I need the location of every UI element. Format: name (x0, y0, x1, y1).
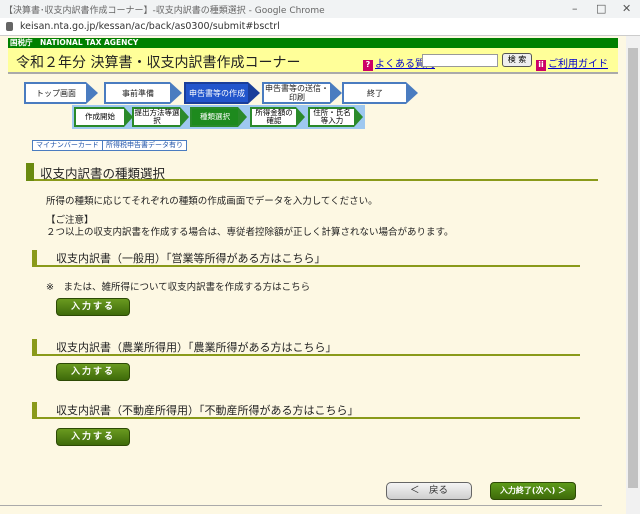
section-heading: 収支内訳書の種類選択 (26, 163, 598, 181)
close-button[interactable]: ✕ (622, 2, 631, 15)
return-data-badge: 所得税申告書データ有り (102, 140, 187, 151)
guide-label: ご利用ガイド (548, 59, 608, 70)
window-title: 【決算書･収支内訳書作成コーナー】-収支内訳書の種類選択 - Google Ch… (4, 5, 325, 16)
scrollbar[interactable] (626, 36, 640, 514)
next-button[interactable]: 入力終了(次へ) ＞ (490, 482, 576, 500)
general-heading: 収支内訳書（一般用）「営業等所得がある方はこちら」 (32, 250, 580, 267)
guide-icon: ii (536, 60, 546, 71)
page: 国税庁 NATIONAL TAX AGENCY 令和２年分 決算書・収支内訳書作… (0, 36, 626, 514)
search-input[interactable] (422, 54, 498, 67)
agri-input-button[interactable]: 入力する (56, 363, 130, 381)
divider (0, 505, 602, 506)
agency-banner: 国税庁 NATIONAL TAX AGENCY (8, 38, 618, 48)
realestate-input-button[interactable]: 入力する (56, 428, 130, 446)
window-title-bar: 【決算書･収支内訳書作成コーナー】-収支内訳書の種類選択 - Google Ch… (0, 0, 640, 18)
agri-heading: 収支内訳書（農業所得用）「農業所得がある方はこちら」 (32, 339, 580, 356)
scrollbar-thumb[interactable] (628, 48, 638, 488)
step-create: 申告書等の作成 (184, 82, 260, 104)
back-button[interactable]: ＜ 戻る (386, 482, 472, 500)
maximize-button[interactable]: □ (596, 2, 606, 15)
note-text: ２つ以上の収支内訳書を作成する場合は、専従者控除額が正しく計算されない場合があり… (46, 227, 454, 238)
step-send: 申告書等の送信・印刷 (262, 82, 342, 104)
mynumber-badge: マイナンバーカード (32, 140, 103, 151)
lock-icon (6, 22, 13, 31)
search-button[interactable]: 検 索 (502, 53, 532, 67)
general-input-button[interactable]: 入力する (56, 298, 130, 316)
misc-note: ※ または、雑所得について収支内訳書を作成する方はこちら (46, 282, 311, 293)
address-bar[interactable]: keisan.nta.go.jp/kessan/ac/back/as0300/s… (0, 18, 640, 36)
substep-income: 所得金額の確認 (250, 107, 305, 127)
step-top: トップ画面 (24, 82, 98, 104)
step-end: 終了 (342, 82, 418, 104)
step-prep: 事前準備 (104, 82, 182, 104)
header: 令和２年分 決算書・収支内訳書作成コーナー ? よくある質問 検 索 ii ご利用ガ… (8, 48, 618, 74)
url[interactable]: keisan.nta.go.jp/kessan/ac/back/as0300/s… (20, 21, 280, 32)
intro-text: 所得の種類に応じてそれぞれの種類の作成画面でデータを入力してください。 (46, 196, 378, 207)
substep-type: 種類選択 (190, 107, 247, 127)
substep-start: 作成開始 (74, 107, 133, 127)
page-title: 令和２年分 決算書・収支内訳書作成コーナー (16, 55, 301, 71)
guide-link[interactable]: ii ご利用ガイド (536, 55, 608, 71)
substep-method: 提出方法等選択 (132, 107, 189, 127)
substep-address: 住所・氏名等入力 (308, 107, 363, 127)
question-icon: ? (363, 60, 373, 71)
minimize-button[interactable]: – (572, 2, 578, 15)
realestate-heading: 収支内訳書（不動産所得用）「不動産所得がある方はこちら」 (32, 402, 580, 419)
